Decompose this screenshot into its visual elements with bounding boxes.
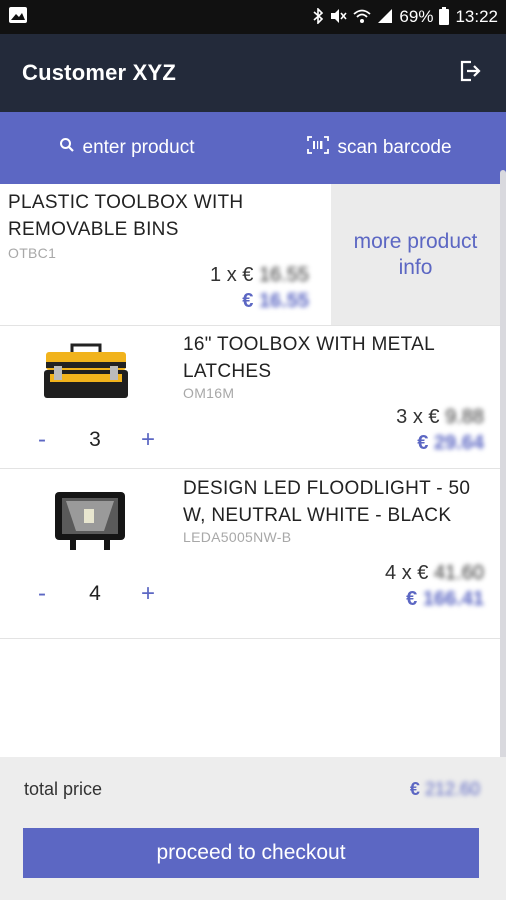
- quantity-prefix: 1 x €: [210, 264, 254, 286]
- quantity-stepper[interactable]: - 4 +: [30, 580, 160, 608]
- cart-item[interactable]: - 4 + DESIGN LED FLOODLIGHT - 50 W, NEUT…: [0, 469, 500, 639]
- wifi-icon: [353, 8, 372, 27]
- line-total-value: 166.41: [422, 588, 484, 610]
- total-price-label: total price: [24, 779, 103, 799]
- quantity-prefix: 4 x €: [385, 562, 429, 584]
- product-image: [40, 342, 132, 407]
- decrease-quantity-button[interactable]: -: [30, 426, 54, 454]
- mute-icon: [329, 8, 348, 27]
- currency-symbol: €: [406, 588, 418, 610]
- line-total-value: 16.55: [258, 290, 309, 312]
- cart-item-details[interactable]: 16" TOOLBOX WITH METAL LATCHES OM16M: [183, 331, 486, 401]
- scrollbar[interactable]: [500, 170, 506, 760]
- image-icon: [8, 6, 28, 29]
- cart-item[interactable]: PLASTIC TOOLBOX WITH REMOVABLE BINS OTBC…: [0, 184, 500, 326]
- clock: 13:22: [455, 7, 498, 26]
- logout-button[interactable]: [456, 59, 484, 87]
- cart-list[interactable]: PLASTIC TOOLBOX WITH REMOVABLE BINS OTBC…: [0, 184, 500, 757]
- increase-quantity-button[interactable]: +: [136, 580, 160, 608]
- barcode-scan-icon: [307, 136, 330, 160]
- total-price-amount: 212.60: [424, 779, 480, 799]
- line-total: € 166.41: [406, 588, 484, 611]
- increase-quantity-button[interactable]: +: [136, 426, 160, 454]
- status-bar: 69% 13:22: [0, 0, 506, 34]
- quantity-price: 3 x € 9.88: [396, 406, 484, 429]
- unit-price: 9.88: [445, 406, 484, 428]
- quantity-value: 3: [89, 428, 101, 451]
- quantity-price: 4 x € 41.60: [385, 562, 484, 585]
- total-price-value: € 212.60: [410, 779, 480, 800]
- currency-symbol: €: [242, 290, 254, 312]
- unit-price: 16.55: [258, 264, 309, 286]
- total-row: total price € 212.60: [24, 779, 480, 800]
- line-total: € 16.55: [242, 290, 309, 313]
- product-name: 16" TOOLBOX WITH METAL LATCHES: [183, 334, 435, 382]
- currency-symbol: €: [409, 779, 420, 799]
- product-image: [52, 489, 128, 558]
- battery-icon: [439, 6, 450, 28]
- cart-item-details[interactable]: PLASTIC TOOLBOX WITH REMOVABLE BINS OTBC…: [0, 184, 331, 325]
- battery-percent: 69%: [399, 7, 434, 26]
- decrease-quantity-button[interactable]: -: [30, 580, 54, 608]
- product-code: OTBC1: [8, 245, 57, 261]
- product-code: OM16M: [183, 385, 235, 401]
- cart-item-details[interactable]: DESIGN LED FLOODLIGHT - 50 W, NEUTRAL WH…: [183, 475, 486, 545]
- bluetooth-icon: [313, 6, 324, 27]
- proceed-to-checkout-button[interactable]: proceed to checkout: [23, 828, 479, 878]
- line-total-value: 29.64: [433, 432, 484, 454]
- signal-icon: [377, 8, 393, 27]
- unit-price: 41.60: [433, 562, 484, 584]
- product-code: LEDA5005NW-B: [183, 529, 292, 545]
- app-bar: Customer XYZ: [0, 34, 506, 112]
- currency-symbol: €: [417, 432, 429, 454]
- quantity-prefix: 3 x €: [396, 406, 440, 428]
- product-name: PLASTIC TOOLBOX WITH REMOVABLE BINS: [8, 192, 244, 240]
- quantity-stepper[interactable]: - 3 +: [30, 426, 160, 454]
- scan-barcode-button[interactable]: scan barcode: [253, 136, 506, 160]
- quantity-price: 1 x € 16.55: [210, 264, 309, 287]
- logout-icon: [458, 59, 482, 88]
- page-title: Customer XYZ: [22, 60, 176, 85]
- product-name: DESIGN LED FLOODLIGHT - 50 W, NEUTRAL WH…: [183, 478, 471, 526]
- cart-item[interactable]: - 3 + 16" TOOLBOX WITH METAL LATCHES OM1…: [0, 326, 500, 469]
- cart-footer: total price € 212.60 proceed to checkout: [0, 757, 506, 900]
- line-total: € 29.64: [417, 432, 484, 455]
- search-icon: [59, 137, 75, 159]
- scan-barcode-label: scan barcode: [337, 137, 452, 158]
- quantity-value: 4: [89, 582, 101, 605]
- more-product-info-button[interactable]: more product info: [331, 184, 500, 325]
- action-bar: enter product scan barcode: [0, 112, 506, 184]
- enter-product-label: enter product: [82, 137, 195, 158]
- enter-product-button[interactable]: enter product: [0, 137, 253, 159]
